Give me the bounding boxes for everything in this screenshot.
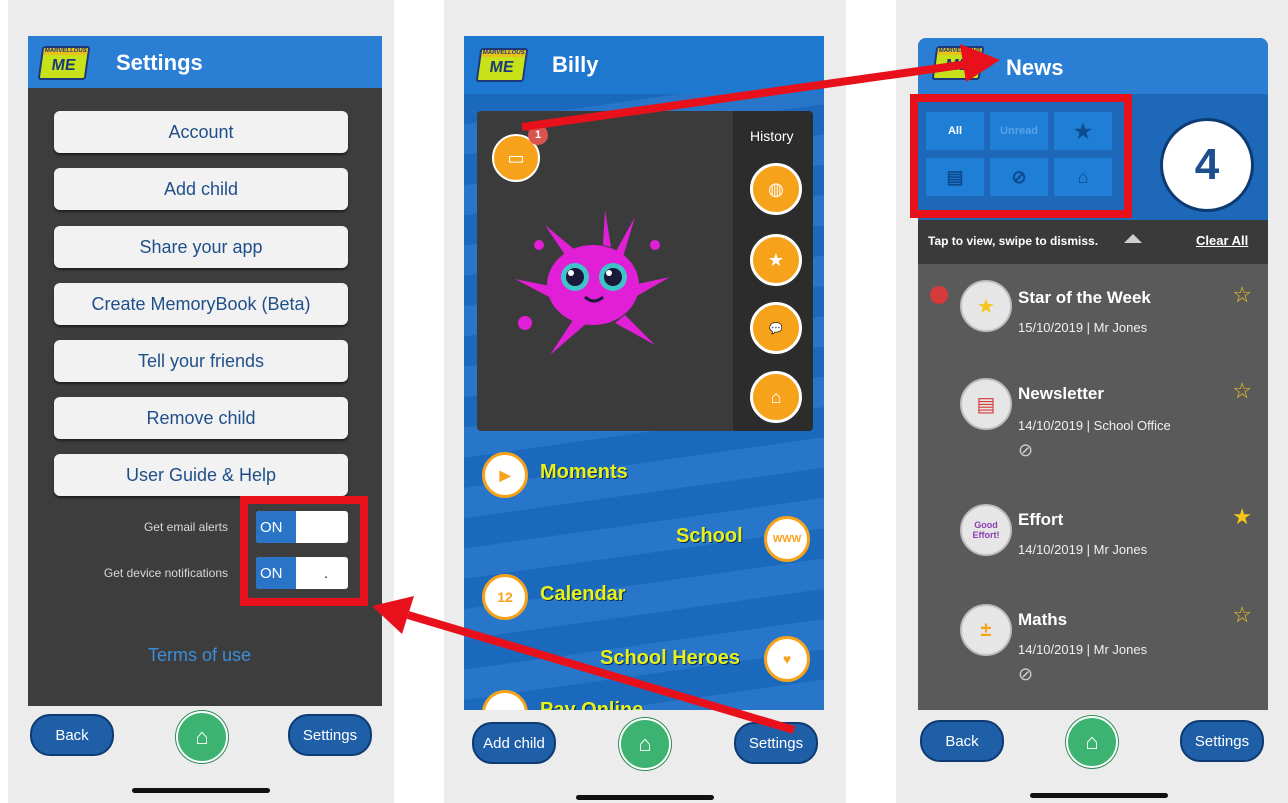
arrow-to-news <box>521 60 969 131</box>
annotation-arrows <box>372 44 1000 734</box>
arrow-to-settings <box>406 611 796 734</box>
arrow-head-news <box>960 44 1000 82</box>
arrow-head-settings <box>372 596 414 634</box>
